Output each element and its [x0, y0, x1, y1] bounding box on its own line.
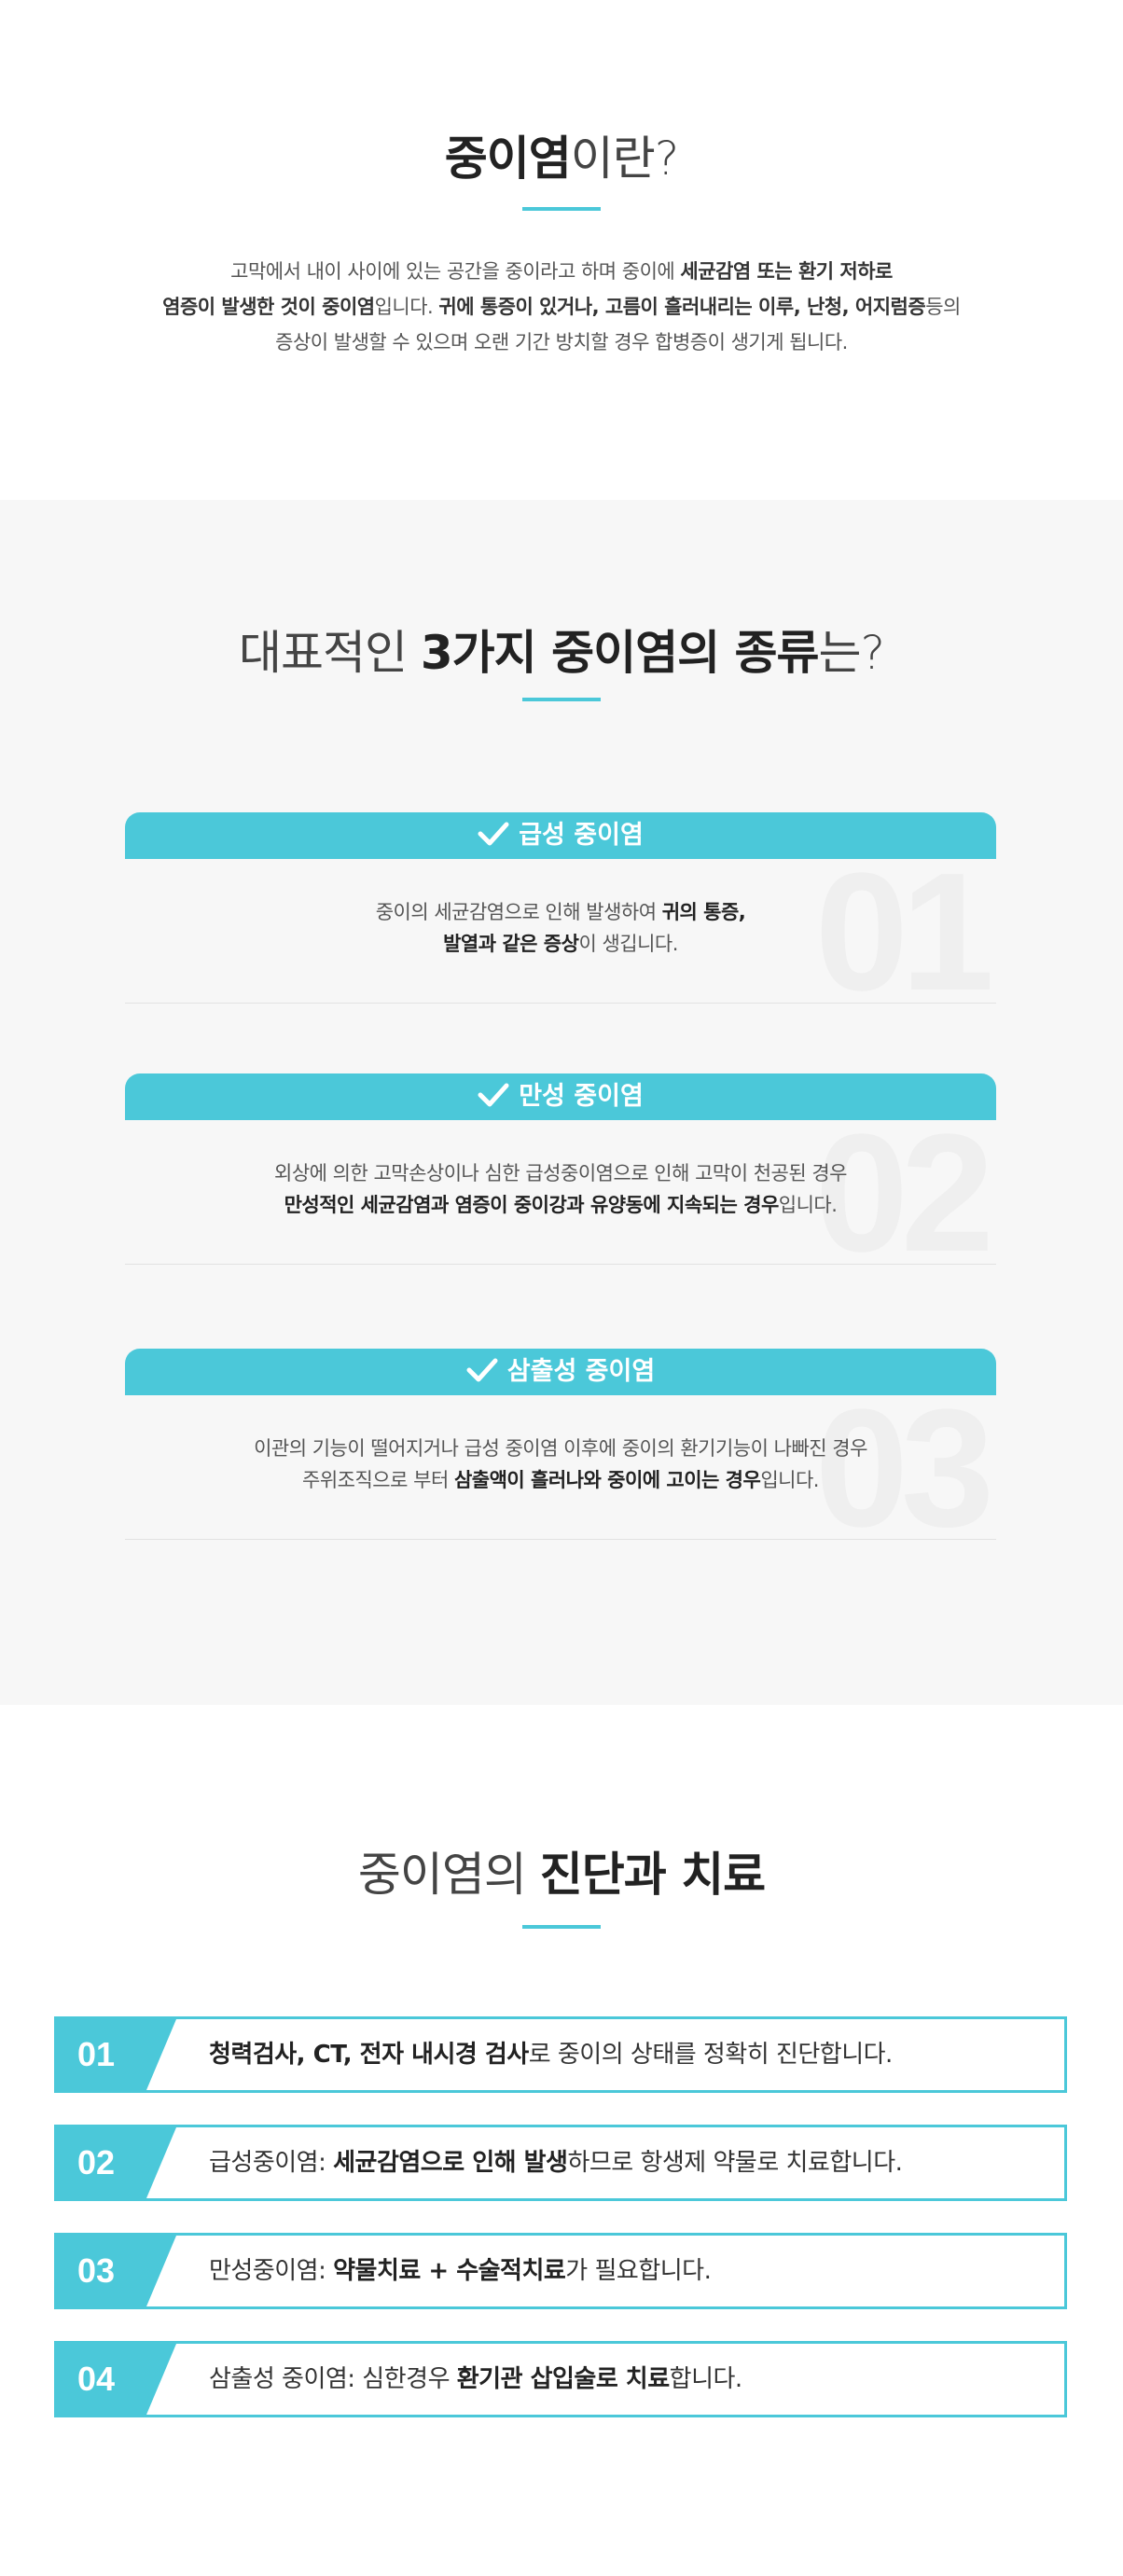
row-text: 만성중이염: 약물치료 + 수술적치료가 필요합니다.	[209, 2236, 712, 2306]
row-text-bold: 약물치료 + 수술적치료	[333, 2257, 566, 2285]
type-card-chronic: 만성 중이염 02 외상에 의한 고막손상이나 심한 급성중이염으로 인해 고막…	[125, 1073, 996, 1278]
row-text-part: 급성중이염:	[209, 2149, 334, 2177]
type-card-body: 03 이관의 기능이 떨어지거나 급성 중이염 이후에 중이의 환기기능이 나빠…	[125, 1385, 996, 1553]
treatment-row: 01 청력검사, CT, 전자 내시경 검사로 중이의 상태를 정확히 진단합니…	[54, 2016, 1067, 2093]
type-card-label: 만성 중이염	[519, 1082, 644, 1111]
card-text-line: 입니다.	[760, 1469, 819, 1491]
intro-title-light: 이란?	[570, 132, 680, 186]
row-text-part: 삼출성 중이염: 심한경우	[209, 2365, 457, 2393]
card-text-line: 외상에 의한 고막손상이나 심한 급성중이염으로 인해 고막이 천공된 경우	[274, 1162, 848, 1184]
row-number: 04	[77, 2360, 116, 2398]
intro-text: 고막에서 내이 사이에 있는 공간을 중이라고 하며 중이에	[230, 260, 681, 283]
treatment-row: 02 급성중이염: 세균감염으로 인해 발생하므로 항생제 약물로 치료합니다.	[54, 2125, 1067, 2201]
types-title: 대표적인 3가지 중이염의 종류는?	[0, 616, 1123, 683]
intro-title-bold: 중이염	[444, 132, 572, 186]
check-icon	[478, 1083, 509, 1106]
title-underline	[522, 207, 601, 211]
card-text-line: 중이의 세균감염으로 인해 발생하여	[375, 901, 662, 923]
row-text: 삼출성 중이염: 심한경우 환기관 삽입술로 치료합니다.	[209, 2344, 742, 2415]
title-underline	[522, 1925, 601, 1929]
row-text-part: 합니다.	[669, 2365, 743, 2393]
types-section: 대표적인 3가지 중이염의 종류는? 급성 중이염 01 중이의 세균감염으로 …	[0, 500, 1123, 1705]
intro-title: 중이염이란?	[0, 121, 1123, 188]
row-number: 03	[77, 2251, 116, 2290]
intro-text: 증상이 발생할 수 있으며 오랜 기간 방치할 경우 합병증이 생기게 됩니다.	[275, 331, 848, 353]
types-title-light: 는?	[818, 626, 885, 680]
type-card-effusion: 삼출성 중이염 03 이관의 기능이 떨어지거나 급성 중이염 이후에 중이의 …	[125, 1349, 996, 1553]
intro-text-bold: 세균감염 또는 환기 저하로	[680, 260, 893, 283]
type-card-text: 외상에 의한 고막손상이나 심한 급성중이염으로 인해 고막이 천공된 경우 만…	[125, 1120, 996, 1221]
title-underline	[522, 698, 601, 701]
type-card-body: 02 외상에 의한 고막손상이나 심한 급성중이염으로 인해 고막이 천공된 경…	[125, 1110, 996, 1278]
row-number: 01	[77, 2035, 116, 2073]
treatment-title: 중이염의 진단과 치료	[0, 1837, 1123, 1904]
types-title-light: 대표적인	[238, 626, 421, 680]
types-title-bold: 3가지 중이염의 종류	[420, 626, 820, 680]
treatment-title-bold: 진단과 치료	[539, 1848, 766, 1902]
row-number: 02	[77, 2143, 116, 2181]
row-text: 청력검사, CT, 전자 내시경 검사로 중이의 상태를 정확히 진단합니다.	[209, 2019, 893, 2090]
row-text-part: 가 필요합니다.	[565, 2257, 712, 2285]
row-number-badge: 03	[57, 2236, 176, 2306]
treatment-row: 03 만성중이염: 약물치료 + 수술적치료가 필요합니다.	[54, 2233, 1067, 2309]
type-card-body: 01 중이의 세균감염으로 인해 발생하여 귀의 통증, 발열과 같은 증상이 …	[125, 849, 996, 1017]
intro-text-bold: 염증이 발생한 것이 중이염	[162, 296, 375, 318]
type-card-text: 중이의 세균감염으로 인해 발생하여 귀의 통증, 발열과 같은 증상이 생깁니…	[125, 859, 996, 960]
intro-text: 등의	[925, 296, 961, 318]
row-number-badge: 04	[57, 2344, 176, 2415]
treatment-row: 04 삼출성 중이염: 심한경우 환기관 삽입술로 치료합니다.	[54, 2341, 1067, 2417]
card-text-line: 이관의 기능이 떨어지거나 급성 중이염 이후에 중이의 환기기능이 나빠진 경…	[254, 1437, 867, 1460]
row-text-part: 로 중이의 상태를 정확히 진단합니다.	[528, 2041, 894, 2069]
row-text-bold: 청력검사, CT, 전자 내시경 검사	[209, 2041, 529, 2069]
card-text-bold: 삼출액이 흘러나와 중이에 고이는 경우	[453, 1469, 761, 1491]
card-text-bold: 만성적인 세균감염과 염증이 중이강과 유양동에 지속되는 경우	[284, 1194, 780, 1216]
card-text-line: 이 생깁니다.	[578, 933, 678, 955]
treatment-section: 중이염의 진단과 치료 01 청력검사, CT, 전자 내시경 검사로 중이의 …	[0, 1705, 1123, 2576]
type-card-label: 삼출성 중이염	[506, 1357, 656, 1386]
row-text-bold: 세균감염으로 인해 발생	[333, 2149, 568, 2177]
intro-text: 입니다.	[374, 296, 439, 318]
card-text-bold: 발열과 같은 증상	[443, 933, 579, 955]
row-number-badge: 02	[57, 2127, 176, 2198]
treatment-title-light: 중이염의	[357, 1848, 540, 1902]
type-card-acute: 급성 중이염 01 중이의 세균감염으로 인해 발생하여 귀의 통증, 발열과 …	[125, 812, 996, 1017]
check-icon	[466, 1358, 498, 1381]
card-text-line: 주위조직으로 부터	[302, 1469, 454, 1491]
row-number-badge: 01	[57, 2019, 176, 2090]
row-text: 급성중이염: 세균감염으로 인해 발생하므로 항생제 약물로 치료합니다.	[209, 2127, 903, 2198]
intro-section: 중이염이란? 고막에서 내이 사이에 있는 공간을 중이라고 하며 중이에 세균…	[0, 0, 1123, 500]
row-text-part: 만성중이염:	[209, 2257, 334, 2285]
intro-description: 고막에서 내이 사이에 있는 공간을 중이라고 하며 중이에 세균감염 또는 환…	[0, 254, 1123, 360]
row-text-part: 하므로 항생제 약물로 치료합니다.	[567, 2149, 903, 2177]
intro-text-bold: 귀에 통증이 있거나, 고름이 흘러내리는 이루, 난청, 어지럼증	[438, 296, 926, 318]
check-icon	[478, 822, 509, 845]
card-text-line: 입니다.	[778, 1194, 838, 1216]
card-text-bold: 귀의 통증,	[661, 901, 746, 923]
row-text-bold: 환기관 삽입술로 치료	[456, 2365, 670, 2393]
type-card-text: 이관의 기능이 떨어지거나 급성 중이염 이후에 중이의 환기기능이 나빠진 경…	[125, 1395, 996, 1496]
type-card-label: 급성 중이염	[519, 821, 644, 850]
